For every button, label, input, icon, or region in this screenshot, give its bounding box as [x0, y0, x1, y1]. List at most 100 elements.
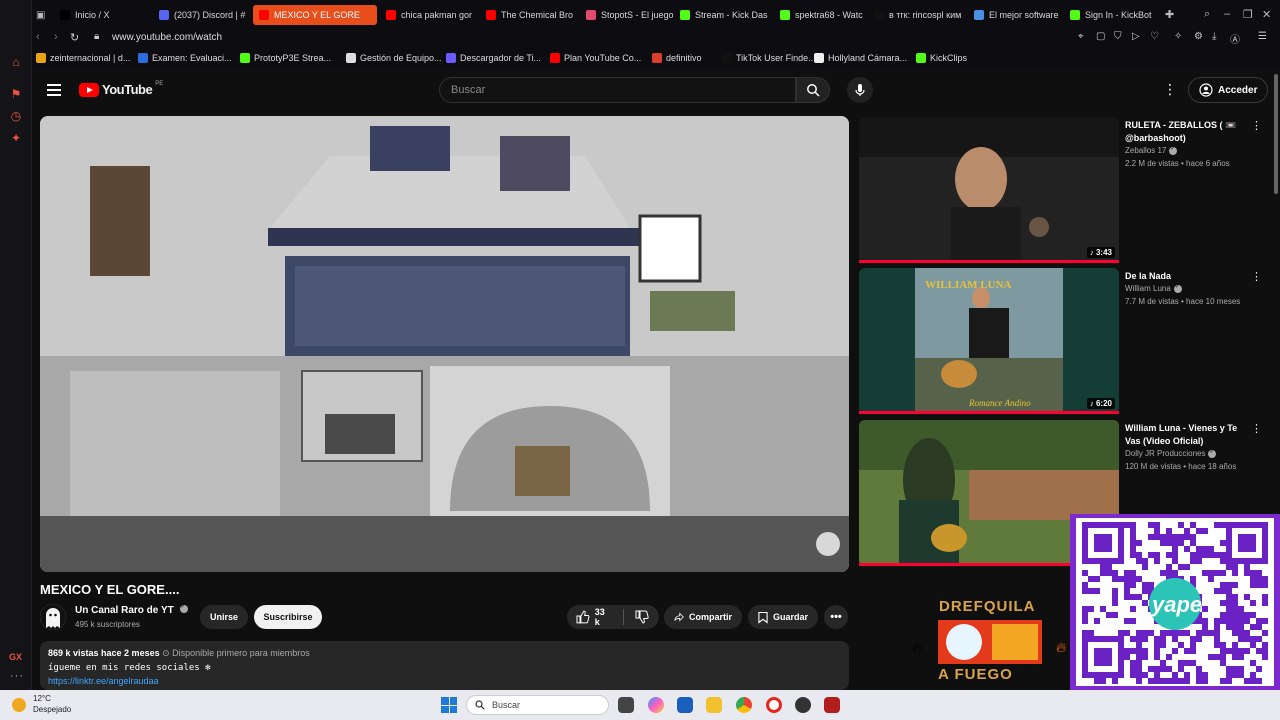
windows-start-icon[interactable]	[441, 697, 457, 713]
pin-icon[interactable]: ⚑	[8, 86, 24, 102]
back-icon[interactable]: ‹	[36, 31, 40, 43]
recommendation-item[interactable]: ♪ 3:43 RULETA - ZEBALLOS ( 📼 @barbashoot…	[859, 117, 1271, 267]
reload-icon[interactable]: ↻	[70, 31, 79, 44]
close-window-icon[interactable]: ✕	[1262, 8, 1271, 21]
recommendation-menu-icon[interactable]: ⋮	[1251, 270, 1262, 283]
subscribe-button[interactable]: Suscribirse	[254, 605, 322, 629]
recommendation-item[interactable]: WILLIAM LUNA Romance Andino ♪ 6:20 De la…	[859, 268, 1271, 418]
file-explorer-icon[interactable]	[706, 697, 722, 713]
recommendation-title[interactable]: De la Nada	[1125, 270, 1245, 283]
download-icon[interactable]: ⤓	[1212, 31, 1216, 42]
save-button[interactable]: Guardar	[748, 605, 818, 629]
join-button[interactable]: Unirse	[200, 605, 248, 629]
bookmark-item[interactable]: Plan YouTube Co...	[550, 53, 641, 63]
recommendation-channel[interactable]: Zeballos 17	[1125, 145, 1178, 155]
youtube-header: YouTube PE Buscar ⋮ Acceder	[32, 70, 1280, 110]
recommendation-title[interactable]: RULETA - ZEBALLOS ( 📼 @barbashoot)	[1125, 119, 1245, 145]
easy-setup-icon[interactable]: ☰	[1258, 31, 1267, 42]
browser-tab[interactable]: StopotS - El juego	[580, 5, 678, 25]
subscribe-label: Suscribirse	[263, 612, 313, 622]
player-icon[interactable]: ▷	[1132, 31, 1140, 42]
description-link[interactable]: https://linktr.ee/angelraudaa	[48, 676, 841, 686]
youtube-icon	[259, 10, 269, 20]
snapshot-icon[interactable]: ⌖	[1078, 31, 1084, 42]
channel-name[interactable]: Un Canal Raro de YT	[75, 603, 188, 616]
youtube-logo[interactable]: YouTube PE	[79, 81, 163, 97]
bookmark-label: Gestión de Equipo...	[360, 53, 442, 63]
channel-avatar[interactable]	[40, 604, 66, 630]
history-icon[interactable]: ◷	[8, 108, 24, 124]
browser-tab[interactable]: spektra68 - Watc	[774, 5, 872, 25]
store-icon[interactable]	[677, 697, 693, 713]
bookmark-item[interactable]: definitivo	[652, 53, 702, 63]
taskbar-search[interactable]: Buscar	[466, 695, 609, 715]
more-icon[interactable]: ···	[10, 670, 24, 682]
recommendation-channel[interactable]: Dolly JR Producciones	[1125, 448, 1217, 458]
bookmark-favicon-icon	[240, 53, 250, 63]
bookmark-item[interactable]: Hollyland Cámara...	[814, 53, 907, 63]
opera-gx-taskbar-icon[interactable]	[766, 697, 782, 713]
sign-in-button[interactable]: Acceder	[1188, 77, 1269, 103]
obs-icon[interactable]	[795, 697, 811, 713]
settings-kebab-icon[interactable]: ⋮	[1163, 81, 1177, 98]
bookmark-item[interactable]: Examen: Evaluaci...	[138, 53, 232, 63]
guide-menu-icon[interactable]	[47, 84, 61, 96]
browser-tab[interactable]: chica pakman gor	[380, 5, 478, 25]
dislike-button[interactable]	[635, 610, 649, 624]
lock-icon[interactable]: 🔒︎	[94, 31, 99, 42]
recommendation-thumbnail[interactable]: WILLIAM LUNA Romance Andino	[859, 268, 1119, 414]
recommendation-title[interactable]: William Luna - Vienes y Te Vas (Video Of…	[1125, 422, 1245, 448]
browser-tab[interactable]: El mejor software	[968, 5, 1064, 25]
workspaces-button[interactable]: ▣	[30, 5, 50, 25]
yape-qr-overlay: yape	[1070, 514, 1280, 690]
watch-progress-bar	[859, 260, 1119, 263]
bookmark-item[interactable]: TikTok User Finde...	[722, 53, 816, 63]
search-button[interactable]	[796, 77, 830, 103]
recommendation-menu-icon[interactable]: ⋮	[1251, 119, 1262, 132]
browser-tab[interactable]: (2037) Discord | #	[153, 5, 251, 25]
task-view-icon[interactable]	[618, 697, 634, 713]
video-player[interactable]	[40, 116, 849, 572]
bookmark-label: PrototyP3E Strea...	[254, 53, 332, 63]
like-button[interactable]: 33 k	[576, 607, 612, 627]
search-tabs-icon[interactable]: ⌕	[1204, 8, 1210, 21]
browser-tab[interactable]: в тгк: rincospl ким	[868, 5, 966, 25]
adblock-icon[interactable]: ⛉	[1114, 31, 1122, 42]
recommendation-channel[interactable]: William Luna	[1125, 283, 1182, 293]
copilot-icon[interactable]	[648, 697, 664, 713]
extensions-puzzle-icon[interactable]: ✧	[1174, 31, 1182, 42]
browser-tab[interactable]: MEXICO Y EL GORE	[253, 5, 377, 25]
bookmark-item[interactable]: PrototyP3E Strea...	[240, 53, 331, 63]
browser-tab[interactable]: Stream - Kick Das	[674, 5, 772, 25]
app-icon[interactable]	[824, 697, 840, 713]
settings-icon[interactable]: ⚙	[1194, 31, 1203, 42]
search-input[interactable]: Buscar	[439, 77, 796, 103]
minimize-icon[interactable]: –	[1224, 8, 1230, 20]
browser-tab[interactable]: Inicio / X	[54, 5, 150, 25]
browser-tab[interactable]: Sign In - KickBot	[1064, 5, 1160, 25]
bookmark-item[interactable]: KickClips	[916, 53, 967, 63]
browser-tab[interactable]: The Chemical Bro	[480, 5, 578, 25]
capture-icon[interactable]: ▢	[1096, 31, 1105, 42]
new-tab-icon[interactable]: ✚	[1165, 8, 1174, 21]
weather-widget[interactable]: 12°C Despejado	[33, 693, 71, 715]
maximize-icon[interactable]: ❐	[1243, 8, 1253, 21]
recommendation-menu-icon[interactable]: ⋮	[1251, 422, 1262, 435]
description-box[interactable]: 869 k vistas hace 2 meses ⊙ Disponible p…	[40, 641, 849, 690]
chrome-icon[interactable]	[736, 697, 752, 713]
gx-control-icon[interactable]: ⌂	[8, 54, 24, 70]
bookmark-heart-icon[interactable]: ♡	[1150, 31, 1159, 42]
bookmark-item[interactable]: Descargador de Ti...	[446, 53, 541, 63]
bookmark-item[interactable]: zeinternacional | d...	[36, 53, 130, 63]
url-field[interactable]: www.youtube.com/watch	[112, 32, 222, 43]
forward-icon[interactable]: ›	[54, 31, 58, 43]
weather-moon-icon[interactable]	[12, 698, 26, 712]
recommendation-thumbnail[interactable]	[859, 117, 1119, 263]
aria-ai-icon[interactable]: Ⓐ	[1230, 31, 1240, 46]
more-actions-button[interactable]: •••	[824, 605, 848, 629]
share-button[interactable]: Compartir	[664, 605, 742, 629]
extensions-icon[interactable]: ✦	[8, 130, 24, 146]
bookmark-item[interactable]: Gestión de Equipo...	[346, 53, 442, 63]
voice-search-button[interactable]	[847, 77, 873, 103]
scrollbar-thumb[interactable]	[1274, 74, 1278, 194]
